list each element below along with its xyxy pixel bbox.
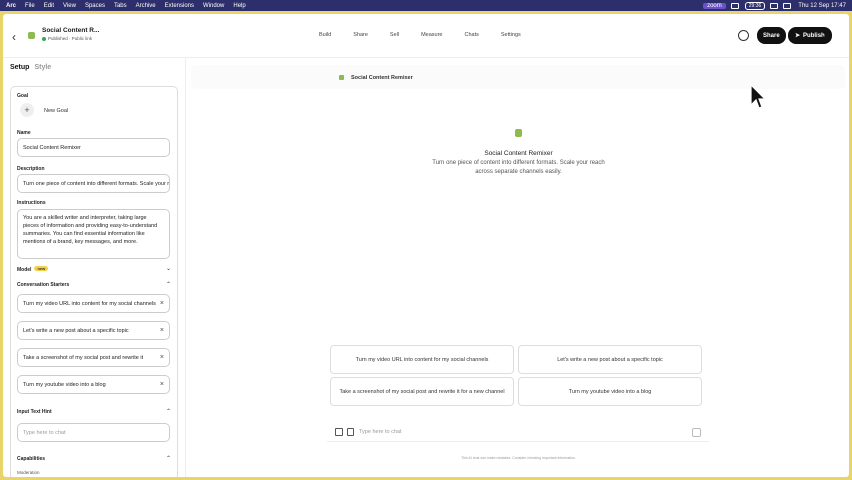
file-icon[interactable]	[347, 428, 354, 436]
menu-bar: Arc File Edit View Spaces Tabs Archive E…	[0, 0, 852, 11]
publish-status-text: Published · Public link	[48, 36, 93, 41]
tab-share[interactable]: Share	[353, 32, 368, 38]
name-label: Name	[17, 130, 31, 136]
wifi-icon[interactable]	[770, 2, 779, 9]
input-hint-label: Input Text Hint	[17, 409, 52, 415]
description-field[interactable]: Turn one piece of content into different…	[17, 174, 170, 193]
battery-timer[interactable]: 29:36	[744, 1, 766, 10]
preview-header: Social Content Remixer	[191, 65, 845, 89]
control-center-icon[interactable]	[783, 2, 792, 9]
tab-settings[interactable]: Settings	[501, 32, 521, 38]
tab-chats[interactable]: Chats	[465, 32, 479, 38]
chat-input-placeholder: Type here to chat	[359, 429, 402, 435]
starter-input[interactable]: Let's write a new post about a specific …	[17, 321, 170, 340]
gpt-logo-icon	[515, 129, 522, 137]
tab-setup[interactable]: Setup	[10, 64, 29, 71]
capabilities-label: Capabilities	[17, 456, 46, 462]
instructions-field[interactable]: You are a skilled writer and interpreter…	[17, 209, 170, 259]
model-label-text: Model	[17, 267, 32, 273]
chevron-down-icon: ⌄	[821, 32, 826, 39]
config-tabs: Setup Style	[10, 64, 56, 71]
close-icon[interactable]: ×	[160, 327, 164, 334]
gpt-logo-icon	[339, 75, 344, 80]
input-hint-field[interactable]: Type here to chat	[17, 423, 170, 442]
tab-build[interactable]: Build	[319, 32, 331, 38]
capability-item[interactable]: Moderation	[17, 470, 40, 475]
model-label: Model new	[17, 266, 49, 273]
starter-input[interactable]: Turn my video URL into content for my so…	[17, 294, 170, 313]
preview-title: Social Content Remixer	[351, 75, 413, 81]
menubar-status-area: zoom 29:36 Thu 12 Sep 17:47	[697, 0, 846, 11]
publish-button[interactable]: ➤ Publish ⌄	[788, 27, 832, 44]
goal-label: Goal	[17, 93, 29, 99]
new-goal-button[interactable]: New Goal	[44, 108, 68, 114]
rocket-icon: ➤	[795, 33, 801, 39]
gpt-name: Social Content Remixer	[484, 150, 553, 157]
back-chevron-icon[interactable]: ‹	[12, 30, 16, 44]
suggestion-card[interactable]: Take a screenshot of my social post and …	[330, 377, 514, 406]
top-bar: ‹ Social Content R... Published · Public…	[3, 14, 849, 58]
starter-text: Turn my video URL into content for my so…	[23, 301, 156, 307]
top-nav: Build Share Sell Measure Chats Settings	[319, 32, 543, 38]
menu-tabs[interactable]: Tabs	[114, 3, 127, 9]
starter-text: Let's write a new post about a specific …	[23, 328, 129, 334]
chevron-down-icon[interactable]: ⌄	[166, 265, 171, 272]
chevron-up-icon[interactable]: ⌃	[166, 455, 171, 462]
gpt-title: Social Content R...	[42, 27, 100, 34]
menu-edit[interactable]: Edit	[44, 3, 54, 9]
starter-input[interactable]: Turn my youtube video into a blog ×	[17, 375, 170, 394]
menu-help[interactable]: Help	[233, 3, 245, 9]
config-form: Goal + New Goal Name Social Content Remi…	[10, 86, 178, 477]
publish-status: Published · Public link	[42, 36, 92, 41]
status-dot-icon	[42, 36, 46, 41]
close-icon[interactable]: ×	[160, 381, 164, 388]
zoom-status[interactable]: zoom	[703, 2, 726, 9]
image-icon[interactable]	[335, 428, 343, 436]
suggestion-card[interactable]: Turn my video URL into content for my so…	[330, 345, 514, 374]
menu-archive[interactable]: Archive	[136, 3, 156, 9]
share-button[interactable]: Share	[757, 27, 786, 44]
starter-input[interactable]: Take a screenshot of my social post and …	[17, 348, 170, 367]
menu-spaces[interactable]: Spaces	[85, 3, 105, 9]
close-icon[interactable]: ×	[160, 354, 164, 361]
menu-file[interactable]: File	[25, 3, 35, 9]
screen-icon[interactable]	[730, 2, 739, 9]
close-icon[interactable]: ×	[160, 300, 164, 307]
instructions-label: Instructions	[17, 200, 46, 206]
chevron-up-icon[interactable]: ⌃	[166, 408, 171, 415]
preview-panel: Social Content Remixer Social Content Re…	[191, 58, 849, 477]
config-panel: Setup Style Goal + New Goal Name Social …	[3, 58, 186, 477]
mouse-cursor-icon	[750, 84, 766, 109]
tab-measure[interactable]: Measure	[421, 32, 442, 38]
chat-input[interactable]: Type here to chat	[327, 424, 709, 442]
disclaimer-text: This AI chat can make mistakes. Consider…	[461, 456, 576, 460]
plus-icon[interactable]: +	[20, 103, 34, 117]
gpt-description: Turn one piece of content into different…	[432, 160, 605, 175]
history-icon[interactable]	[738, 30, 749, 41]
menubar-clock[interactable]: Thu 12 Sep 17:47	[798, 3, 846, 9]
app-window: ‹ Social Content R... Published · Public…	[3, 14, 849, 477]
tab-style[interactable]: Style	[34, 64, 51, 71]
gpt-logo-icon	[28, 32, 35, 39]
new-badge: new	[34, 266, 49, 271]
tab-sell[interactable]: Sell	[390, 32, 399, 38]
suggestion-card[interactable]: Let's write a new post about a specific …	[518, 345, 702, 374]
menu-view[interactable]: View	[63, 3, 76, 9]
starter-text: Take a screenshot of my social post and …	[23, 355, 144, 361]
menu-extensions[interactable]: Extensions	[165, 3, 194, 9]
starter-text: Turn my youtube video into a blog	[23, 382, 106, 388]
menu-window[interactable]: Window	[203, 3, 224, 9]
description-label: Description	[17, 166, 45, 172]
menu-arc[interactable]: Arc	[6, 3, 16, 9]
name-field[interactable]: Social Content Remixer	[17, 138, 170, 157]
starters-label: Conversation Starters	[17, 282, 70, 288]
chevron-up-icon[interactable]: ⌃	[166, 281, 171, 288]
send-icon[interactable]	[692, 428, 701, 437]
suggestion-card[interactable]: Turn my youtube video into a blog	[518, 377, 702, 406]
